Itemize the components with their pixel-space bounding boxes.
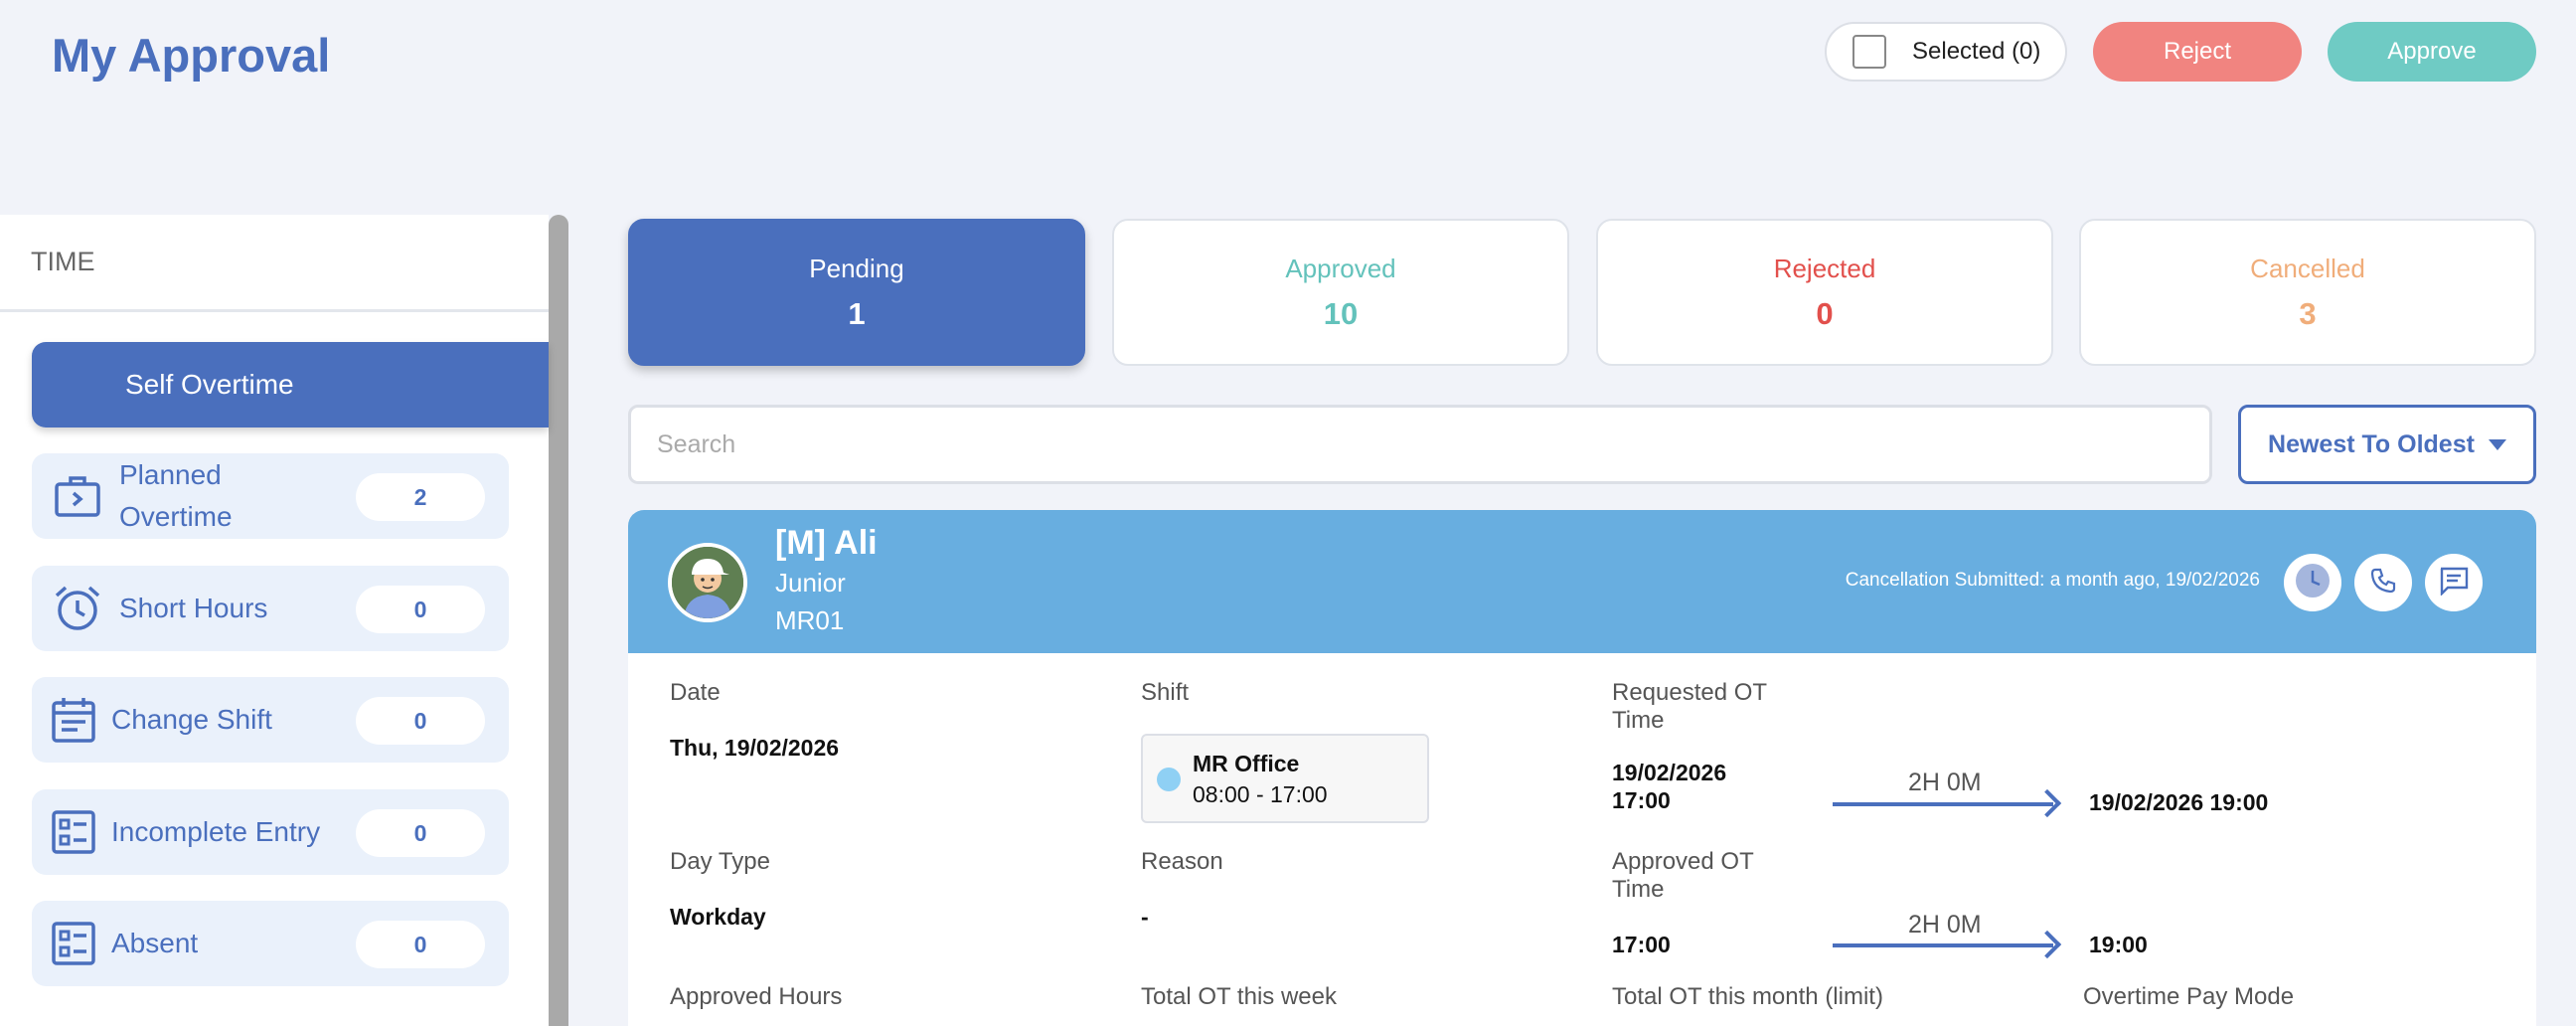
shift-color-dot (1157, 768, 1181, 791)
tab-label: Rejected (1773, 253, 1876, 283)
selected-count-label: Selected (0) (1912, 38, 2041, 65)
chat-icon (2438, 566, 2470, 600)
sidebar-item-planned-overtime[interactable]: Planned Overtime 2 (32, 453, 509, 539)
sidebar-item-self-overtime[interactable]: Self Overtime (32, 342, 549, 428)
shift-label: Shift (1141, 679, 1190, 706)
sidebar-item-count: 0 (356, 697, 485, 745)
sidebar-item-label: Planned Overtime (119, 459, 233, 532)
tab-label: Approved (1285, 253, 1396, 283)
employee-name: [M] Ali (775, 524, 878, 562)
message-button[interactable] (2425, 554, 2483, 611)
approve-button[interactable]: Approve (2328, 22, 2536, 82)
history-button[interactable] (2284, 554, 2341, 611)
tab-cancelled[interactable]: Cancelled 3 (2079, 219, 2536, 366)
clock-icon (2293, 561, 2333, 605)
sidebar-item-label: Absent (111, 928, 199, 958)
approved-ot-label: Approved OT Time (1612, 848, 1754, 903)
sidebar-item-count: 0 (356, 586, 485, 633)
sidebar-item-label: Incomplete Entry (111, 816, 321, 847)
sort-label: Newest To Oldest (2268, 429, 2475, 458)
sidebar-item-label: Self Overtime (125, 369, 294, 400)
sidebar-item-short-hours[interactable]: Short Hours 0 (32, 566, 509, 651)
day-type-value: Workday (670, 904, 766, 930)
arrow-right-icon (1833, 802, 2053, 806)
sidebar-item-label: Change Shift (111, 704, 272, 735)
approved-hours-label: Approved Hours (670, 983, 843, 1010)
requested-ot-duration: 2H 0M (1908, 769, 1982, 796)
tab-count: 3 (2299, 295, 2317, 331)
card-header: [M] Ali Junior MR01 Cancellation Submitt… (628, 510, 2536, 653)
reason-label: Reason (1141, 848, 1223, 875)
overtime-pay-mode-label: Overtime Pay Mode (2083, 983, 2295, 1010)
sidebar-item-label: Short Hours (119, 593, 268, 623)
tab-label: Cancelled (2250, 253, 2365, 283)
reason-value: - (1141, 904, 1149, 930)
sort-dropdown[interactable]: Newest To Oldest (2238, 405, 2536, 484)
status-note: Cancellation Submitted: a month ago, 19/… (1845, 570, 2260, 591)
sidebar-scrollbar[interactable] (549, 215, 568, 1026)
tab-count: 1 (848, 295, 866, 331)
sidebar-item-count: 0 (356, 809, 485, 857)
tab-label: Pending (809, 253, 904, 283)
sidebar-item-absent[interactable]: Absent 0 (32, 901, 509, 986)
requested-ot-end: 19/02/2026 19:00 (2089, 789, 2269, 815)
total-ot-month-label: Total OT this month (limit) (1612, 983, 1883, 1010)
tab-pending[interactable]: Pending 1 (628, 219, 1085, 366)
employee-code: MR01 (775, 605, 845, 635)
page-title: My Approval (52, 29, 331, 82)
approved-ot-end: 19:00 (2089, 932, 2148, 957)
sidebar-item-change-shift[interactable]: Change Shift 0 (32, 677, 509, 763)
phone-icon (2369, 567, 2397, 599)
caret-down-icon (2488, 438, 2506, 450)
alarm-clock-icon (48, 579, 107, 638)
shift-box: MR Office 08:00 - 17:00 (1141, 734, 1429, 823)
reject-button[interactable]: Reject (2093, 22, 2302, 82)
date-value: Thu, 19/02/2026 (670, 735, 840, 761)
sidebar-item-count: 2 (356, 473, 485, 521)
tab-rejected[interactable]: Rejected 0 (1596, 219, 2053, 366)
date-label: Date (670, 679, 721, 706)
search-input[interactable] (628, 405, 2212, 484)
total-ot-week-label: Total OT this week (1141, 983, 1337, 1010)
avatar (668, 543, 747, 622)
form-list-icon (44, 914, 103, 973)
shift-time: 08:00 - 17:00 (1193, 781, 1328, 807)
shift-name: MR Office (1193, 751, 1300, 776)
briefcase-icon (48, 466, 107, 526)
day-type-label: Day Type (670, 848, 770, 875)
select-all-checkbox[interactable] (1852, 35, 1886, 69)
form-list-icon (44, 802, 103, 862)
requested-ot-start: 19/02/2026 17:00 (1612, 760, 1727, 813)
sidebar-item-incomplete-entry[interactable]: Incomplete Entry 0 (32, 789, 509, 875)
approved-ot-duration: 2H 0M (1908, 911, 1982, 939)
requested-ot-label: Requested OT Time (1612, 679, 1767, 734)
tab-count: 10 (1323, 295, 1359, 331)
tab-count: 0 (1816, 295, 1834, 331)
request-card[interactable]: [M] Ali Junior MR01 Cancellation Submitt… (628, 510, 2536, 1026)
scrollbar-thumb[interactable] (549, 215, 568, 1026)
sidebar-item-count: 0 (356, 921, 485, 968)
approved-ot-start: 17:00 (1612, 932, 1671, 957)
calendar-icon (44, 690, 103, 750)
tab-approved[interactable]: Approved 10 (1112, 219, 1569, 366)
call-button[interactable] (2354, 554, 2412, 611)
select-all-toggle[interactable]: Selected (0) (1825, 22, 2067, 82)
employee-role: Junior (775, 568, 846, 598)
arrow-right-icon (1833, 943, 2053, 947)
sidebar-section-time: TIME (0, 215, 549, 312)
